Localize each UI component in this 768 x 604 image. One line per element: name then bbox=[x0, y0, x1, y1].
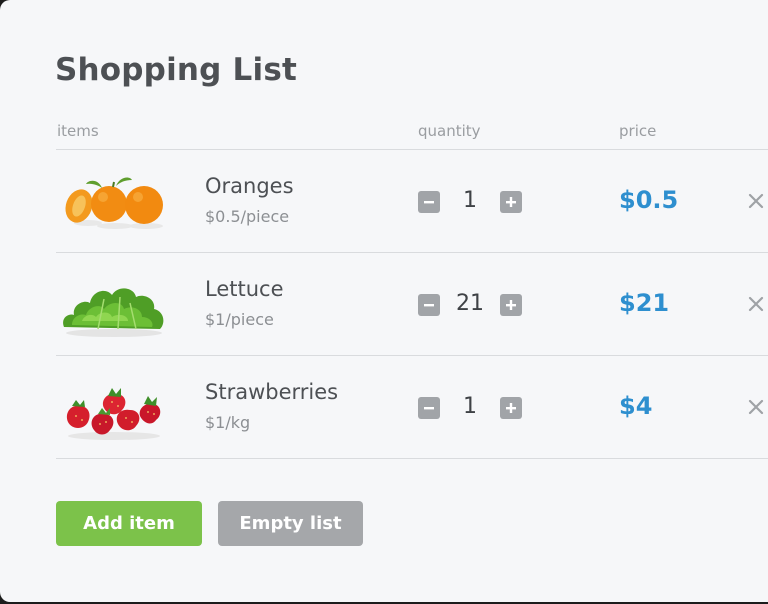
item-total-price: $0.5 bbox=[619, 186, 679, 214]
item-name: Strawberries bbox=[205, 380, 339, 404]
page-title: Shopping List bbox=[55, 52, 298, 88]
plus-icon bbox=[506, 300, 516, 310]
quantity-value: 21 bbox=[456, 291, 484, 316]
add-item-button[interactable]: Add item bbox=[56, 501, 202, 546]
decrease-quantity-button[interactable] bbox=[418, 397, 440, 419]
item-unit-price: $1/piece bbox=[205, 310, 274, 329]
remove-item-icon[interactable] bbox=[747, 295, 765, 313]
decrease-quantity-button[interactable] bbox=[418, 294, 440, 316]
plus-icon bbox=[506, 403, 516, 413]
quantity-value: 1 bbox=[463, 394, 477, 419]
increase-quantity-button[interactable] bbox=[500, 191, 522, 213]
decrease-quantity-button[interactable] bbox=[418, 191, 440, 213]
item-unit-price: $1/kg bbox=[205, 413, 251, 432]
increase-quantity-button[interactable] bbox=[500, 294, 522, 316]
quantity-value: 1 bbox=[463, 188, 477, 213]
plus-icon bbox=[506, 197, 516, 207]
item-name: Lettuce bbox=[205, 277, 284, 301]
list-item-oranges: Oranges $0.5/piece 1 $0.5 bbox=[0, 150, 768, 253]
item-total-price: $4 bbox=[619, 392, 653, 420]
column-header-items: items bbox=[57, 122, 99, 140]
list-item-strawberries: Strawberries $1/kg 1 $4 bbox=[0, 356, 768, 459]
remove-item-icon[interactable] bbox=[747, 192, 765, 210]
minus-icon bbox=[424, 201, 434, 204]
strawberries-image bbox=[66, 388, 161, 440]
column-header-price: price bbox=[619, 122, 657, 140]
item-unit-price: $0.5/piece bbox=[205, 207, 290, 226]
lettuce-image bbox=[63, 288, 164, 337]
list-item-lettuce: Lettuce $1/piece 21 $21 bbox=[0, 253, 768, 356]
divider bbox=[56, 458, 768, 459]
increase-quantity-button[interactable] bbox=[500, 397, 522, 419]
oranges-image bbox=[65, 177, 163, 229]
minus-icon bbox=[424, 407, 434, 410]
shopping-list-card: Shopping List items quantity price Orang… bbox=[0, 0, 768, 602]
column-header-quantity: quantity bbox=[418, 122, 481, 140]
minus-icon bbox=[424, 304, 434, 307]
item-total-price: $21 bbox=[619, 289, 670, 317]
item-name: Oranges bbox=[205, 174, 294, 198]
empty-list-button[interactable]: Empty list bbox=[218, 501, 363, 546]
remove-item-icon[interactable] bbox=[747, 398, 765, 416]
